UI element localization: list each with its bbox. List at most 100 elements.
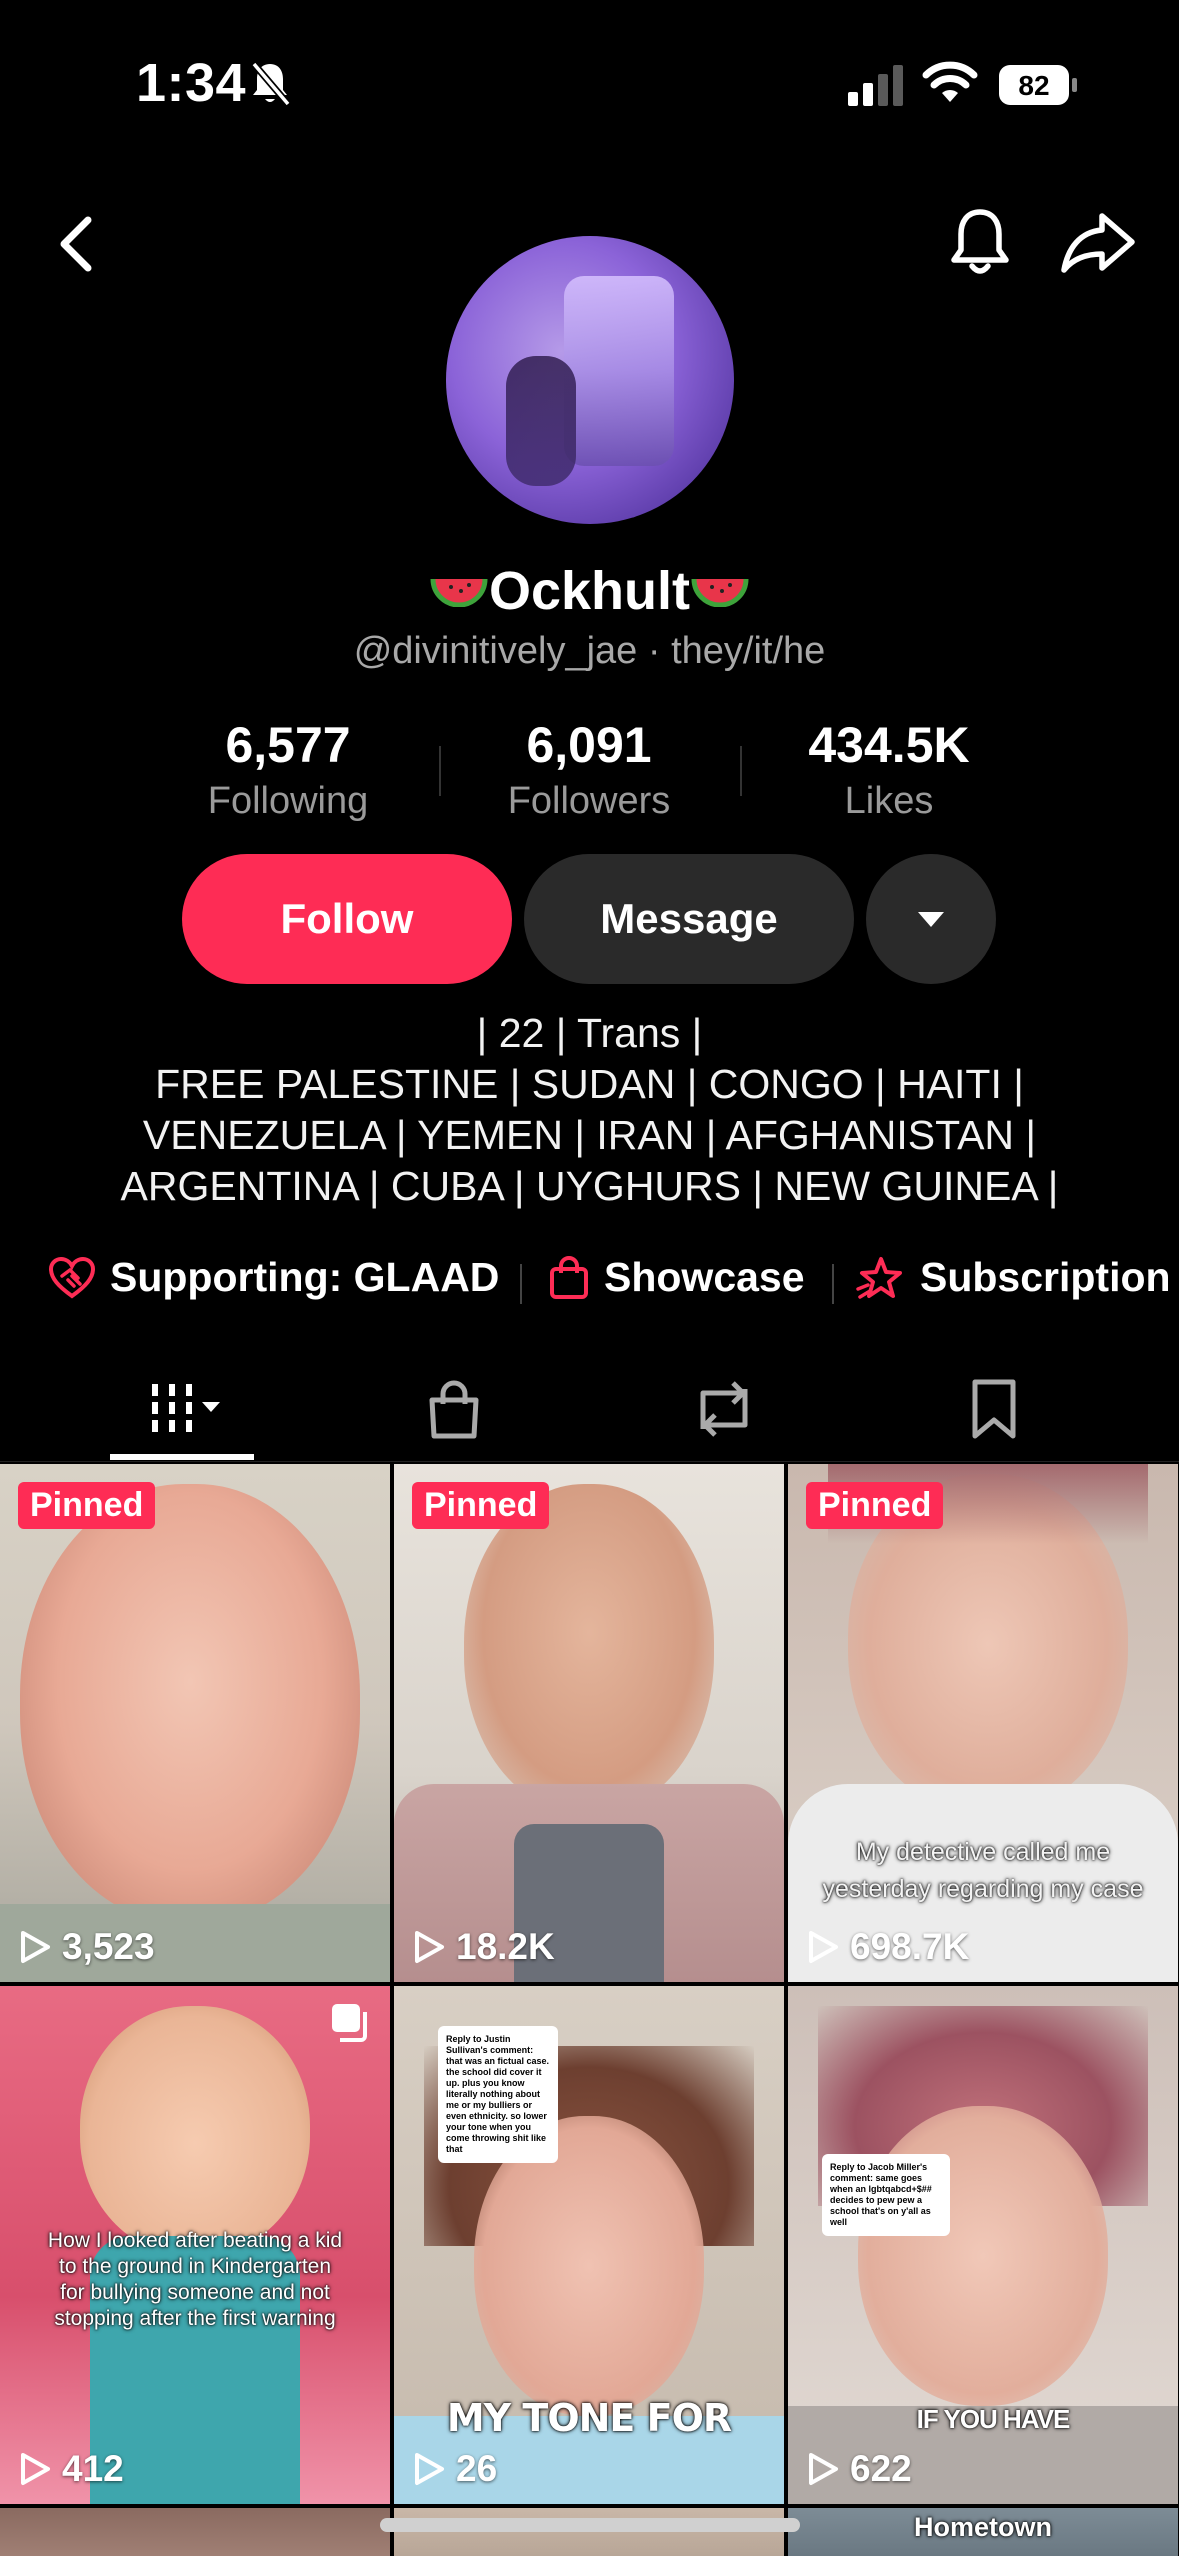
bookmark-icon — [972, 1379, 1016, 1439]
view-count: 3,523 — [18, 1926, 155, 1968]
wifi-icon — [922, 61, 978, 102]
username: @divinitively_jae — [353, 630, 638, 672]
message-button[interactable]: Message — [524, 854, 854, 984]
tab-reposts[interactable] — [664, 1374, 784, 1444]
shop-bag-icon — [429, 1380, 479, 1439]
video-thumbnail[interactable]: Pinned 3,523 — [0, 1464, 390, 1982]
suggested-accounts-button[interactable] — [866, 854, 996, 984]
display-name: Ockhult — [0, 560, 1179, 622]
view-count: 698.7K — [806, 1926, 969, 1968]
avatar-figure — [564, 276, 674, 466]
view-count: 412 — [18, 2448, 124, 2490]
status-time: 1:34 — [136, 53, 247, 113]
play-icon — [809, 1931, 838, 1963]
watermelon-icon — [430, 578, 488, 607]
thumbnail-face — [80, 2006, 310, 2256]
reply-comment-sticker: Reply to Jacob Miller's comment: same go… — [822, 2154, 950, 2236]
video-caption: IF YOU HAVE — [916, 2404, 1071, 2434]
video-thumbnail[interactable]: How I looked after beating a kid to the … — [0, 1986, 390, 2504]
pronouns: they/it/he — [671, 630, 826, 672]
display-name-text: Ockhult — [488, 561, 691, 621]
link-divider — [520, 1264, 522, 1304]
stat-label: Likes — [844, 780, 934, 822]
watermelon-icon — [691, 578, 749, 607]
play-icon — [415, 1931, 444, 1963]
play-icon — [21, 1931, 50, 1963]
pinned-badge: Pinned — [806, 1482, 944, 1529]
silent-bell-icon — [251, 61, 291, 107]
tab-shop[interactable] — [394, 1374, 514, 1444]
supporting-link[interactable]: Supporting: GLAAD — [48, 1254, 499, 1301]
follow-button[interactable]: Follow — [182, 854, 512, 984]
video-thumbnail[interactable]: Pinned 18.2K — [394, 1464, 784, 1982]
play-icon — [415, 2453, 444, 2485]
video-thumbnail[interactable]: Reply to Jacob Miller's comment: same go… — [788, 1986, 1178, 2504]
pinned-badge: Pinned — [412, 1482, 550, 1529]
battery-level: 82 — [1018, 70, 1049, 101]
stat-value: 6,091 — [526, 717, 652, 773]
video-thumbnail[interactable]: Pinned My detective called me yesterday … — [788, 1464, 1178, 1982]
link-divider — [832, 1264, 834, 1304]
status-bar: 1:34 82 — [0, 0, 1179, 170]
showcase-link[interactable]: Showcase — [548, 1254, 805, 1301]
view-count-text: 412 — [62, 2448, 124, 2489]
video-thumbnail[interactable] — [0, 2508, 390, 2556]
subscription-star-icon — [856, 1256, 902, 1299]
thumbnail-face — [464, 1484, 714, 1814]
home-indicator[interactable] — [380, 2518, 800, 2532]
view-count: 18.2K — [412, 1926, 555, 1968]
videos-grid-icon — [152, 1384, 220, 1432]
active-tab-indicator — [110, 1454, 254, 1460]
handle-line: @divinitively_jae · they/it/he — [0, 630, 1179, 673]
stat-label: Following — [207, 780, 369, 822]
back-arrow-icon[interactable] — [50, 212, 108, 276]
caret-down-icon — [918, 911, 944, 927]
view-count: 622 — [806, 2448, 912, 2490]
view-count-text: 18.2K — [456, 1926, 555, 1967]
pinned-badge: Pinned — [18, 1482, 156, 1529]
profile-avatar[interactable] — [446, 236, 734, 524]
video-thumbnail[interactable]: Reply to Justin Sullivan's comment: that… — [394, 1986, 784, 2504]
profile-bio: | 22 | Trans | FREE PALESTINE | SUDAN | … — [0, 1008, 1179, 1212]
video-caption: My detective called me yesterday regardi… — [822, 1838, 1144, 1903]
play-icon — [809, 2453, 838, 2485]
share-arrow-icon[interactable] — [1060, 210, 1136, 274]
video-grid: Pinned 3,523 Pinned 18.2K Pinned My dete… — [0, 1464, 1179, 2556]
video-caption: How I looked after beating a kid to the … — [47, 2229, 343, 2330]
stat-likes[interactable]: 434.5K Likes — [739, 716, 1039, 823]
subscription-link[interactable]: Subscription — [856, 1254, 1171, 1301]
bio-line: FREE PALESTINE | SUDAN | CONGO | HAITI | — [155, 1061, 1024, 1107]
view-count-text: 698.7K — [850, 1926, 970, 1967]
handshake-heart-icon — [48, 1256, 96, 1298]
stat-followers[interactable]: 6,091 Followers — [439, 716, 739, 823]
video-thumbnail[interactable] — [394, 2508, 784, 2556]
thumbnail-face — [20, 1484, 360, 1924]
view-count: 26 — [412, 2448, 497, 2490]
video-caption: Hometown — [914, 2512, 1052, 2542]
photo-carousel-icon — [332, 2004, 367, 2042]
video-caption: MY TONE FOR — [446, 2396, 732, 2440]
view-count-text: 26 — [456, 2448, 498, 2489]
shopping-bag-icon — [550, 1255, 588, 1299]
tab-videos[interactable] — [124, 1374, 244, 1444]
bio-line: VENEZUELA | YEMEN | IRAN | AFGHANISTAN | — [142, 1112, 1037, 1158]
content-tabs — [0, 1340, 1179, 1462]
subscription-label: Subscription — [920, 1254, 1171, 1300]
battery-icon: 82 — [999, 65, 1077, 105]
play-icon — [21, 2453, 50, 2485]
stat-value: 6,577 — [225, 717, 351, 773]
bio-line: ARGENTINA | CUBA | UYGHURS | NEW GUINEA … — [120, 1163, 1059, 1209]
reply-comment-sticker: Reply to Justin Sullivan's comment: that… — [438, 2026, 558, 2163]
view-count-text: 622 — [850, 2448, 912, 2489]
video-thumbnail[interactable]: Hometown — [788, 2508, 1178, 2556]
avatar-figure-dark — [506, 356, 576, 486]
stat-following[interactable]: 6,577 Following — [138, 716, 438, 823]
profile-links: Supporting: GLAAD Showcase Subscription — [0, 1254, 1179, 1314]
profile-stats: 6,577 Following 6,091 Followers 434.5K L… — [0, 716, 1179, 826]
repost-icon — [700, 1381, 748, 1437]
notification-bell-icon[interactable] — [948, 206, 1012, 278]
stat-value: 434.5K — [808, 717, 970, 773]
thumbnail-face — [858, 2106, 1108, 2406]
supporting-label: Supporting: GLAAD — [110, 1254, 500, 1300]
tab-favorites[interactable] — [934, 1374, 1054, 1444]
